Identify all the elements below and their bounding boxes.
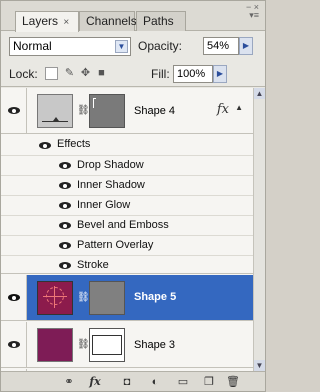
fill-slider-arrow-icon[interactable]: ▶ <box>213 65 227 83</box>
eye-icon <box>8 294 20 301</box>
folder-icon[interactable]: ▭ <box>175 375 191 389</box>
visibility-toggle[interactable] <box>1 88 27 133</box>
layer-mask-thumbnail[interactable] <box>89 94 125 128</box>
layer-name: Shape 4 <box>134 105 175 117</box>
tab-layers-label: Layers <box>22 14 59 28</box>
effect-row[interactable]: Inner Shadow <box>1 176 253 196</box>
opacity-input[interactable]: 54% <box>203 37 239 55</box>
eye-icon[interactable] <box>59 182 71 189</box>
lock-transparent-icon[interactable] <box>45 67 58 80</box>
link-icon: ⛓ <box>77 339 90 350</box>
fill-label: Fill: <box>151 67 170 81</box>
trash-icon[interactable]: 🗑 <box>225 375 241 389</box>
mask-icon[interactable]: ◘ <box>119 375 135 389</box>
adjustment-icon[interactable]: ◐ <box>147 375 163 389</box>
close-icon[interactable]: × <box>63 17 69 28</box>
tab-channels[interactable]: Channels <box>79 11 137 31</box>
effects-header[interactable]: Effects <box>1 135 253 156</box>
effect-row[interactable]: Drop Shadow <box>1 156 253 176</box>
eye-icon[interactable] <box>59 222 71 229</box>
link-icon: ⛓ <box>77 105 90 116</box>
visibility-toggle[interactable] <box>1 322 27 367</box>
link-icon: ⛓ <box>77 292 90 303</box>
panel-footer: ⚭ fx ◘ ◐ ▭ ❐ 🗑 <box>1 371 265 391</box>
layer-row-shape-4[interactable]: ⛓ Shape 4 fx ▲ <box>1 88 253 134</box>
eye-icon[interactable] <box>59 242 71 249</box>
effect-label: Stroke <box>77 259 109 271</box>
layer-row-shape-3[interactable]: ⛓ Shape 3 <box>1 322 253 368</box>
fill-input[interactable]: 100% <box>173 65 213 83</box>
effect-label: Inner Glow <box>77 199 131 211</box>
effect-label: Drop Shadow <box>77 159 144 171</box>
effect-label: Inner Shadow <box>77 179 145 191</box>
layer-row-shape-5[interactable]: ⛓ Shape 5 <box>1 275 253 321</box>
tab-channels-label: Channels <box>86 14 137 28</box>
layer-list: ⛓ Shape 4 fx ▲ Effects Drop Shadow Inner… <box>1 88 253 371</box>
tab-paths[interactable]: Paths <box>136 11 186 31</box>
opacity-label: Opacity: <box>138 39 183 53</box>
blend-mode-value: Normal <box>13 39 52 53</box>
tab-paths-label: Paths <box>143 14 174 28</box>
panel-menu-icon[interactable]: − × ▾≡ <box>246 3 259 20</box>
fx-icon[interactable]: fx <box>87 375 103 389</box>
layer-thumbnail <box>37 281 73 315</box>
new-layer-icon[interactable]: ❐ <box>201 375 217 389</box>
eye-icon <box>8 107 20 114</box>
effects-header-label: Effects <box>57 138 91 150</box>
layer-thumbnail <box>37 94 73 128</box>
effect-row[interactable]: Pattern Overlay <box>1 236 253 256</box>
layer-mask-thumbnail[interactable] <box>89 281 125 315</box>
lock-position-icon[interactable]: ✥ <box>79 67 92 80</box>
scroll-up-icon[interactable]: ▲ <box>254 88 265 99</box>
lock-row: Lock: ✎ ✥ ■ Fill: 100% ▶ <box>1 61 265 87</box>
eye-icon[interactable] <box>59 202 71 209</box>
panel-tab-bar: Layers × Channels Paths − × ▾≡ <box>1 1 265 32</box>
eye-icon[interactable] <box>39 142 51 149</box>
layer-mask-thumbnail[interactable] <box>89 328 125 362</box>
layer-list-scrollbar[interactable]: ▲ ▼ <box>253 88 265 371</box>
layer-thumbnail <box>37 328 73 362</box>
effect-label: Bevel and Emboss <box>77 219 169 231</box>
layers-panel: Layers × Channels Paths − × ▾≡ Normal ▼ O… <box>0 0 266 392</box>
opacity-slider-arrow-icon[interactable]: ▶ <box>239 37 253 55</box>
effect-row[interactable]: Stroke <box>1 256 253 274</box>
lock-all-icon[interactable]: ■ <box>95 67 108 80</box>
eye-icon <box>8 341 20 348</box>
link-icon[interactable]: ⚭ <box>61 375 77 389</box>
chevron-down-icon: ▼ <box>115 40 128 53</box>
eye-icon[interactable] <box>59 262 71 269</box>
lock-image-icon[interactable]: ✎ <box>63 67 76 80</box>
eye-icon[interactable] <box>59 162 71 169</box>
fx-icon: fx <box>216 102 229 117</box>
effect-row[interactable]: Inner Glow <box>1 196 253 216</box>
effect-label: Pattern Overlay <box>77 239 154 251</box>
layer-name: Shape 5 <box>134 291 177 303</box>
chevron-up-icon[interactable]: ▲ <box>235 103 243 112</box>
tab-layers[interactable]: Layers × <box>15 11 79 32</box>
blend-row: Normal ▼ Opacity: 54% ▶ <box>1 32 265 60</box>
layer-name: Shape 3 <box>134 339 175 351</box>
visibility-toggle[interactable] <box>1 275 27 320</box>
effect-row[interactable]: Bevel and Emboss <box>1 216 253 236</box>
blend-mode-select[interactable]: Normal ▼ <box>9 37 131 56</box>
scroll-down-icon[interactable]: ▼ <box>254 360 265 371</box>
lock-label: Lock: <box>9 67 38 81</box>
